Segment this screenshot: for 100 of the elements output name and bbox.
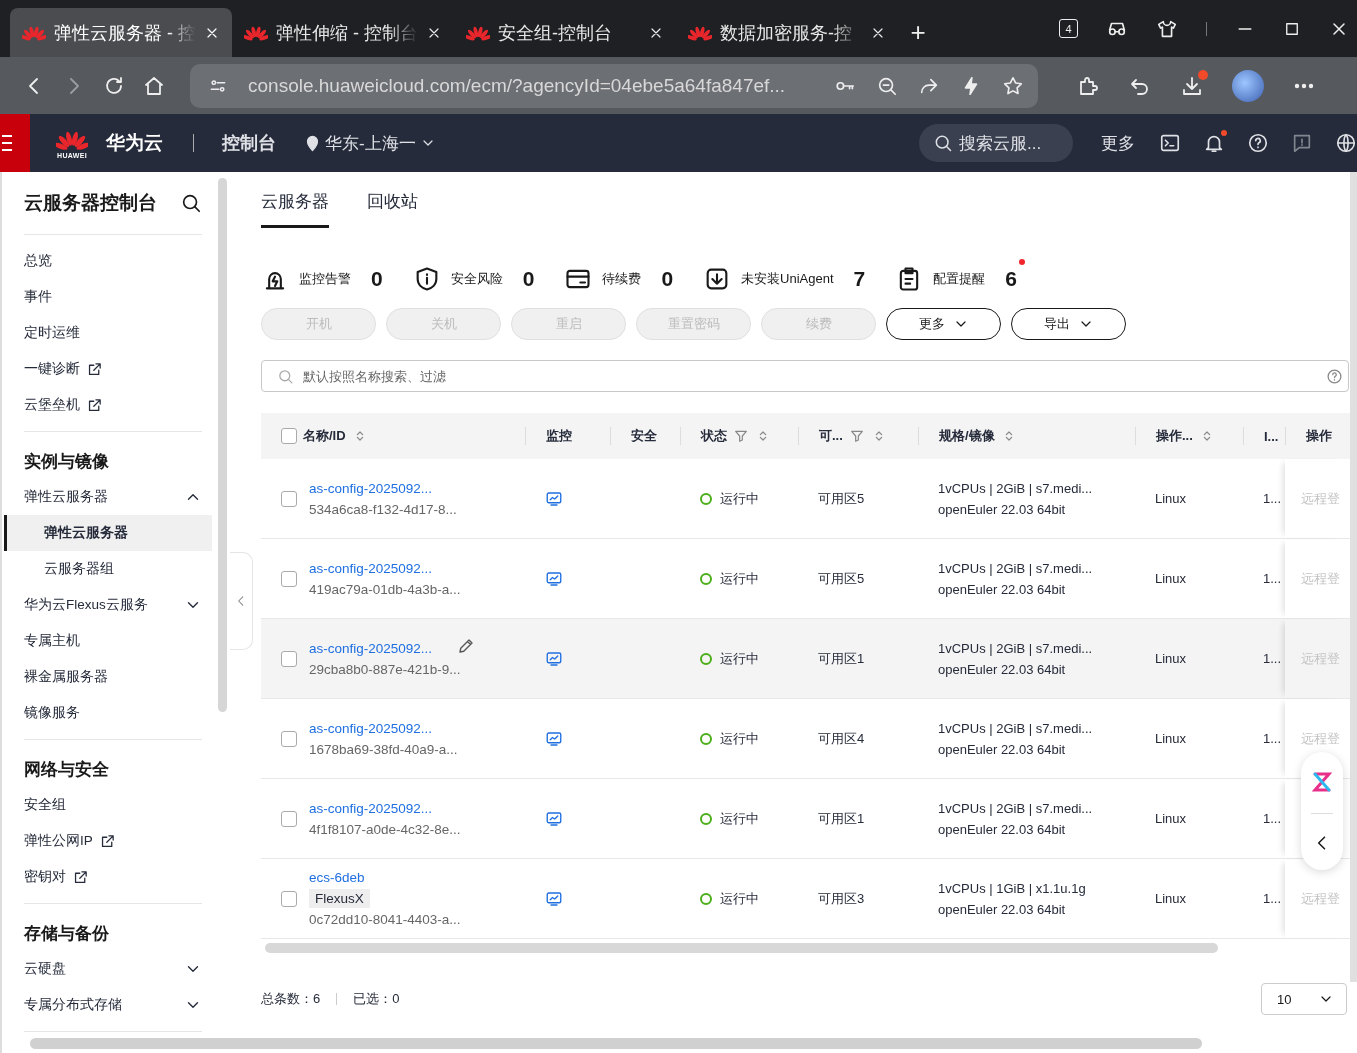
action-button[interactable]: 导出 [1011, 308, 1126, 340]
table-row[interactable]: as-config-2025092... 534a6ca8-f132-4d17-8... 运行中 可用区5 1vCPUs | 2GiB | s7.medi... openEuler 22.03 64bit Linux 1... 远程登 [261, 459, 1351, 539]
notification-dot [1221, 130, 1227, 136]
page-size-select[interactable]: 10 [1261, 983, 1347, 1015]
sidebar-item[interactable]: 总览 [24, 243, 202, 279]
checkbox[interactable] [281, 428, 297, 444]
stat-count[interactable]: 0 [661, 267, 674, 291]
sidebar-title: 云服务器控制台 [24, 191, 157, 215]
status-text: 运行中 [720, 729, 759, 748]
sidebar-item[interactable]: 弹性云服务器 [24, 479, 202, 515]
sidebar-item[interactable]: 专属分布式存储 [24, 987, 202, 1023]
search-field[interactable]: 默认按照名称搜索、过滤 [261, 360, 1349, 392]
spec-text: 1vCPUs | 2GiB | s7.medi... [938, 720, 1094, 736]
sidebar-item[interactable]: 弹性公网IP [24, 823, 202, 859]
sidebar-item[interactable]: 一键诊断 [24, 351, 202, 387]
search-icon[interactable] [180, 192, 202, 214]
table-row[interactable]: as-config-2025092... 419ac79a-01db-4a3b-a... 运行中 可用区5 1vCPUs | 2GiB | s7.medi... openEuler 22.03 64bit Linux 1... 远程登 [261, 539, 1351, 619]
globe-icon[interactable] [1335, 132, 1357, 154]
scrollbar[interactable] [218, 178, 227, 712]
instance-name-link[interactable]: as-config-2025092... [309, 560, 461, 576]
tab[interactable]: 回收站 [367, 190, 418, 228]
column-header: 操作... [1156, 427, 1193, 445]
action-button[interactable]: 更多 [886, 308, 1001, 340]
stat-label[interactable]: 监控告警 [299, 270, 351, 288]
sidebar-item[interactable]: 弹性云服务器 [4, 515, 212, 551]
browser-tab[interactable]: 弹性云服务器 - 控 [10, 8, 232, 57]
sidebar-item[interactable]: 裸金属服务器 [24, 659, 202, 695]
search-field[interactable]: 搜索云服... [919, 124, 1073, 162]
zone-text: 可用区1 [817, 649, 866, 668]
instance-id: 4f1f8107-a0de-4c32-8e... [309, 821, 461, 837]
browser-tab[interactable]: 数据加密服务-控 [676, 8, 898, 57]
avatar-icon[interactable] [1232, 69, 1264, 102]
os-text: Linux [1154, 731, 1188, 746]
more-link[interactable]: 更多 [1101, 131, 1135, 155]
terminal-icon[interactable] [1159, 132, 1181, 154]
instance-name-link[interactable]: as-config-2025092... [309, 720, 458, 736]
tab-count-button[interactable]: 4 [1059, 19, 1078, 38]
sidebar-item[interactable]: 定时运维 [24, 315, 202, 351]
sidebar-item[interactable]: 云服务器组 [4, 551, 212, 587]
image-text: openEuler 22.03 64bit [938, 821, 1067, 837]
os-text: Linux [1154, 811, 1188, 826]
checkbox[interactable] [281, 890, 297, 907]
monitor-chart-icon[interactable] [545, 809, 563, 828]
section-title: 实例与镜像 [24, 451, 110, 473]
checkbox[interactable] [281, 730, 297, 747]
stat-label[interactable]: 配置提醒 [933, 270, 986, 288]
checkbox[interactable] [281, 490, 297, 507]
sidebar-item[interactable]: 专属主机 [24, 623, 202, 659]
sidebar-item[interactable]: 安全组 [24, 787, 202, 823]
stat-count[interactable]: 0 [522, 267, 535, 291]
checkbox[interactable] [281, 570, 297, 587]
zone-text: 可用区5 [817, 569, 866, 588]
sidebar-item[interactable]: 华为云Flexus云服务 [24, 587, 202, 623]
sidebar-item[interactable]: 云堡垒机 [24, 387, 202, 423]
search-icon [933, 133, 953, 153]
checkbox[interactable] [281, 650, 297, 667]
tab[interactable]: 云服务器 [261, 190, 329, 228]
monitor-chart-icon[interactable] [545, 569, 563, 588]
instance-name-link[interactable]: as-config-2025092... [309, 640, 461, 656]
browser-tab[interactable]: 安全组-控制台 [454, 8, 676, 57]
os-text: Linux [1154, 651, 1188, 666]
table-row[interactable]: as-config-2025092... 4f1f8107-a0de-4c32-8e... 运行中 可用区1 1vCPUs | 2GiB | s7.medi... openEuler 22.03 64bit Linux 1... [261, 779, 1351, 859]
monitor-chart-icon[interactable] [545, 649, 563, 668]
stat-count[interactable]: 0 [371, 267, 383, 291]
stat-label[interactable]: 待续费 [602, 270, 642, 288]
table-cell-text: 1... [1262, 651, 1283, 666]
monitor-chart-icon[interactable] [545, 889, 563, 908]
stat-label[interactable]: 安全风险 [450, 270, 503, 288]
menu-icon[interactable] [0, 114, 30, 172]
sidebar-item[interactable]: 云硬盘 [24, 951, 202, 987]
monitor-chart-icon[interactable] [545, 729, 563, 748]
region-selector[interactable]: 华东-上海一 [325, 131, 416, 155]
sidebar-item[interactable]: 密钥对 [24, 859, 202, 895]
zone-text: 可用区1 [817, 809, 866, 828]
scrollbar[interactable] [265, 943, 1218, 953]
monitor-chart-icon[interactable] [545, 489, 563, 508]
checkbox[interactable] [281, 810, 297, 827]
new-tab-button[interactable]: + [898, 8, 938, 57]
star-icon[interactable] [1002, 74, 1024, 97]
stat-label[interactable]: 未安装UniAgent [741, 270, 834, 288]
browser-tab[interactable]: 弹性伸缩 - 控制台 [232, 8, 454, 57]
notification-dot [1198, 69, 1208, 80]
feedback-icon[interactable] [1291, 132, 1313, 154]
sidebar-item[interactable]: 镜像服务 [24, 695, 202, 731]
stat-count[interactable]: 7 [853, 267, 866, 291]
scrollbar[interactable] [1350, 172, 1357, 982]
instance-name-link[interactable]: as-config-2025092... [309, 800, 461, 816]
filter-icon[interactable] [848, 428, 865, 444]
sidebar-item[interactable]: 事件 [24, 279, 202, 315]
console-link[interactable]: 控制台 [222, 131, 276, 155]
table-row[interactable]: as-config-2025092... 1678ba69-38fd-40a9-a... 运行中 可用区4 1vCPUs | 2GiB | s7.medi... openEuler 22.03 64bit Linux 1... 远程登 [261, 699, 1351, 779]
instance-name-link[interactable]: ecs-6deb [309, 870, 461, 885]
instance-name-link[interactable]: as-config-2025092... [309, 480, 457, 496]
filter-icon[interactable] [733, 428, 749, 444]
address-bar[interactable]: console.huaweicloud.com/ecm/?agencyId=04ebe5a64fa847ef... [190, 63, 1038, 108]
scrollbar[interactable] [30, 1038, 1202, 1049]
table-cell-text: 1... [1262, 571, 1283, 586]
table-row[interactable]: ecs-6deb FlexusX 0c72dd10-8041-4403-a... 运行中 可用区3 1vCPUs | 1GiB | x1.1u.1g openEuler 22.03 64bit Linux 1... 远程登 [261, 859, 1351, 939]
column-header: 名称/ID [303, 427, 346, 445]
stat-count[interactable]: 6 [1005, 267, 1017, 291]
